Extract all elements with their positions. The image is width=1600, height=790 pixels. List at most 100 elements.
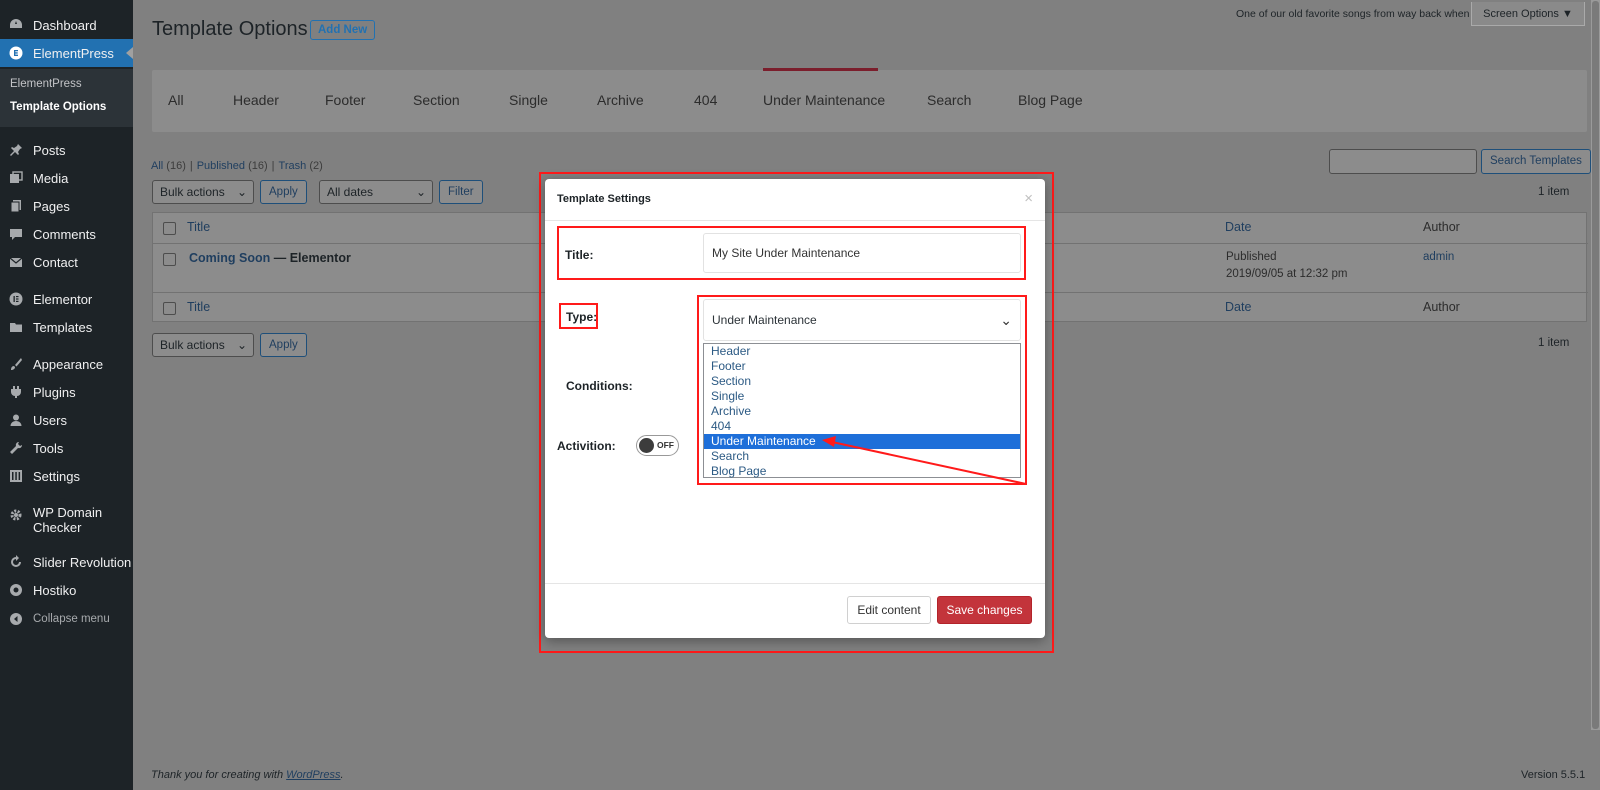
wordpress-link[interactable]: WordPress [286,769,340,781]
chevron-down-icon: ⌄ [415,185,426,199]
tab-single[interactable]: Single [509,92,548,108]
sidebar-item-elementor[interactable]: Elementor [0,285,133,313]
column-title-header[interactable]: Title [187,220,210,234]
template-settings-modal: Template Settings × Title: Type: Under M… [545,179,1045,638]
elementor-icon [7,290,25,308]
pages-icon [7,197,25,215]
filter-published-link[interactable]: Published (16) [197,160,268,172]
select-all-checkbox-bottom[interactable] [163,302,176,315]
sidebar-item-elementpress[interactable]: ElementPress [0,39,133,67]
elementpress-icon [7,44,25,62]
page-scrollbar[interactable] [1591,0,1600,730]
items-count-top: 1 item [1538,186,1570,198]
row-title-link[interactable]: Coming Soon — Elementor [189,251,351,265]
dashboard-icon [7,16,25,34]
row-checkbox[interactable] [163,253,176,266]
apply-button-bottom[interactable]: Apply [260,333,307,357]
scrollbar-thumb[interactable] [1592,1,1599,729]
dates-select[interactable]: All dates ⌄ [319,180,433,204]
column-author-header: Author [1423,220,1460,234]
chevron-down-icon: ⌄ [236,338,247,352]
folder-icon [7,318,25,336]
active-tab-indicator [763,68,878,71]
row-author-link[interactable]: admin [1423,251,1454,263]
pin-icon [7,141,25,159]
sidebar-item-hostiko[interactable]: Hostiko [0,576,133,604]
collapse-icon [7,610,25,628]
sidebar-item-posts[interactable]: Posts [0,136,133,164]
save-changes-button[interactable]: Save changes [937,596,1032,624]
filter-trash-link[interactable]: Trash (2) [279,160,323,172]
tab-all[interactable]: All [168,92,184,108]
plugin-icon [7,383,25,401]
mail-icon [7,253,25,271]
tab-header[interactable]: Header [233,92,279,108]
sidebar-item-appearance[interactable]: Appearance [0,350,133,378]
sidebar-item-slider-revolution[interactable]: Slider Revolution [0,548,133,576]
row-status: Published [1226,251,1277,263]
apply-button-top[interactable]: Apply [260,180,307,204]
elementpress-submenu: ElementPress Template Options [0,69,133,127]
sidebar-item-settings[interactable]: Settings [0,462,133,490]
items-count-bottom: 1 item [1538,337,1570,349]
column-title-footer[interactable]: Title [187,300,210,314]
conditions-label: Conditions: [566,379,633,393]
filter-all-link[interactable]: All (16) [151,160,186,172]
tab-footer[interactable]: Footer [325,92,365,108]
edit-content-button[interactable]: Edit content [847,596,931,624]
gear-icon [7,506,25,524]
submenu-item-elementpress[interactable]: ElementPress [10,78,82,90]
wrench-icon [7,439,25,457]
tab-archive[interactable]: Archive [597,92,644,108]
sidebar-item-comments[interactable]: Comments [0,220,133,248]
admin-footer-thanks: Thank you for creating with WordPress. [151,769,344,781]
tab-404[interactable]: 404 [694,92,717,108]
active-menu-arrow [126,47,133,59]
tab-blog-page[interactable]: Blog Page [1018,92,1083,108]
brush-icon [7,355,25,373]
sidebar-item-tools[interactable]: Tools [0,434,133,462]
admin-sidebar: Dashboard ElementPress ElementPress Temp… [0,0,133,790]
annotation-arrow [822,436,1027,485]
column-date-header[interactable]: Date [1225,220,1251,234]
bulk-actions-select-bottom[interactable]: Bulk actions ⌄ [152,333,254,357]
sidebar-collapse-menu[interactable]: Collapse menu [0,605,133,633]
search-templates-input[interactable] [1329,149,1477,174]
select-all-checkbox[interactable] [163,222,176,235]
sidebar-item-plugins[interactable]: Plugins [0,378,133,406]
bulk-actions-select-top[interactable]: Bulk actions ⌄ [152,180,254,204]
media-icon [7,169,25,187]
sidebar-item-dashboard[interactable]: Dashboard [0,11,133,39]
filter-button[interactable]: Filter [439,180,483,204]
settings-icon [7,467,25,485]
page-title: Template Options [152,18,308,40]
sidebar-item-wp-domain-checker[interactable]: WP Domain Checker [0,505,133,541]
row-date: 2019/09/05 at 12:32 pm [1226,268,1348,280]
search-templates-button[interactable]: Search Templates [1481,149,1591,174]
add-new-button[interactable]: Add New [310,20,376,40]
chevron-down-icon: ⌄ [236,185,247,199]
tab-search[interactable]: Search [927,92,971,108]
column-date-footer[interactable]: Date [1225,300,1251,314]
wp-version: Version 5.5.1 [1521,769,1586,781]
status-filter-links: All (16) | Published (16) | Trash (2) [151,160,323,172]
refresh-icon [7,553,25,571]
sidebar-item-templates[interactable]: Templates [0,313,133,341]
submenu-item-template-options[interactable]: Template Options [10,101,106,113]
toggle-knob [639,438,654,453]
hostiko-icon [7,581,25,599]
hello-dolly-text: One of our old favorite songs from way b… [1236,8,1470,20]
tab-section[interactable]: Section [413,92,460,108]
screen-options-button[interactable]: Screen Options ▼ [1471,2,1585,26]
comments-icon [7,225,25,243]
tab-under-maintenance[interactable]: Under Maintenance [763,92,885,108]
sidebar-item-contact[interactable]: Contact [0,248,133,276]
sidebar-item-users[interactable]: Users [0,406,133,434]
activation-toggle[interactable]: OFF [636,435,679,456]
sidebar-item-media[interactable]: Media [0,164,133,192]
activation-label: Activition: [557,439,616,453]
template-type-tabs: All Header Footer Section Single Archive… [152,68,1587,132]
sidebar-item-pages[interactable]: Pages [0,192,133,220]
user-icon [7,411,25,429]
column-author-footer: Author [1423,300,1460,314]
